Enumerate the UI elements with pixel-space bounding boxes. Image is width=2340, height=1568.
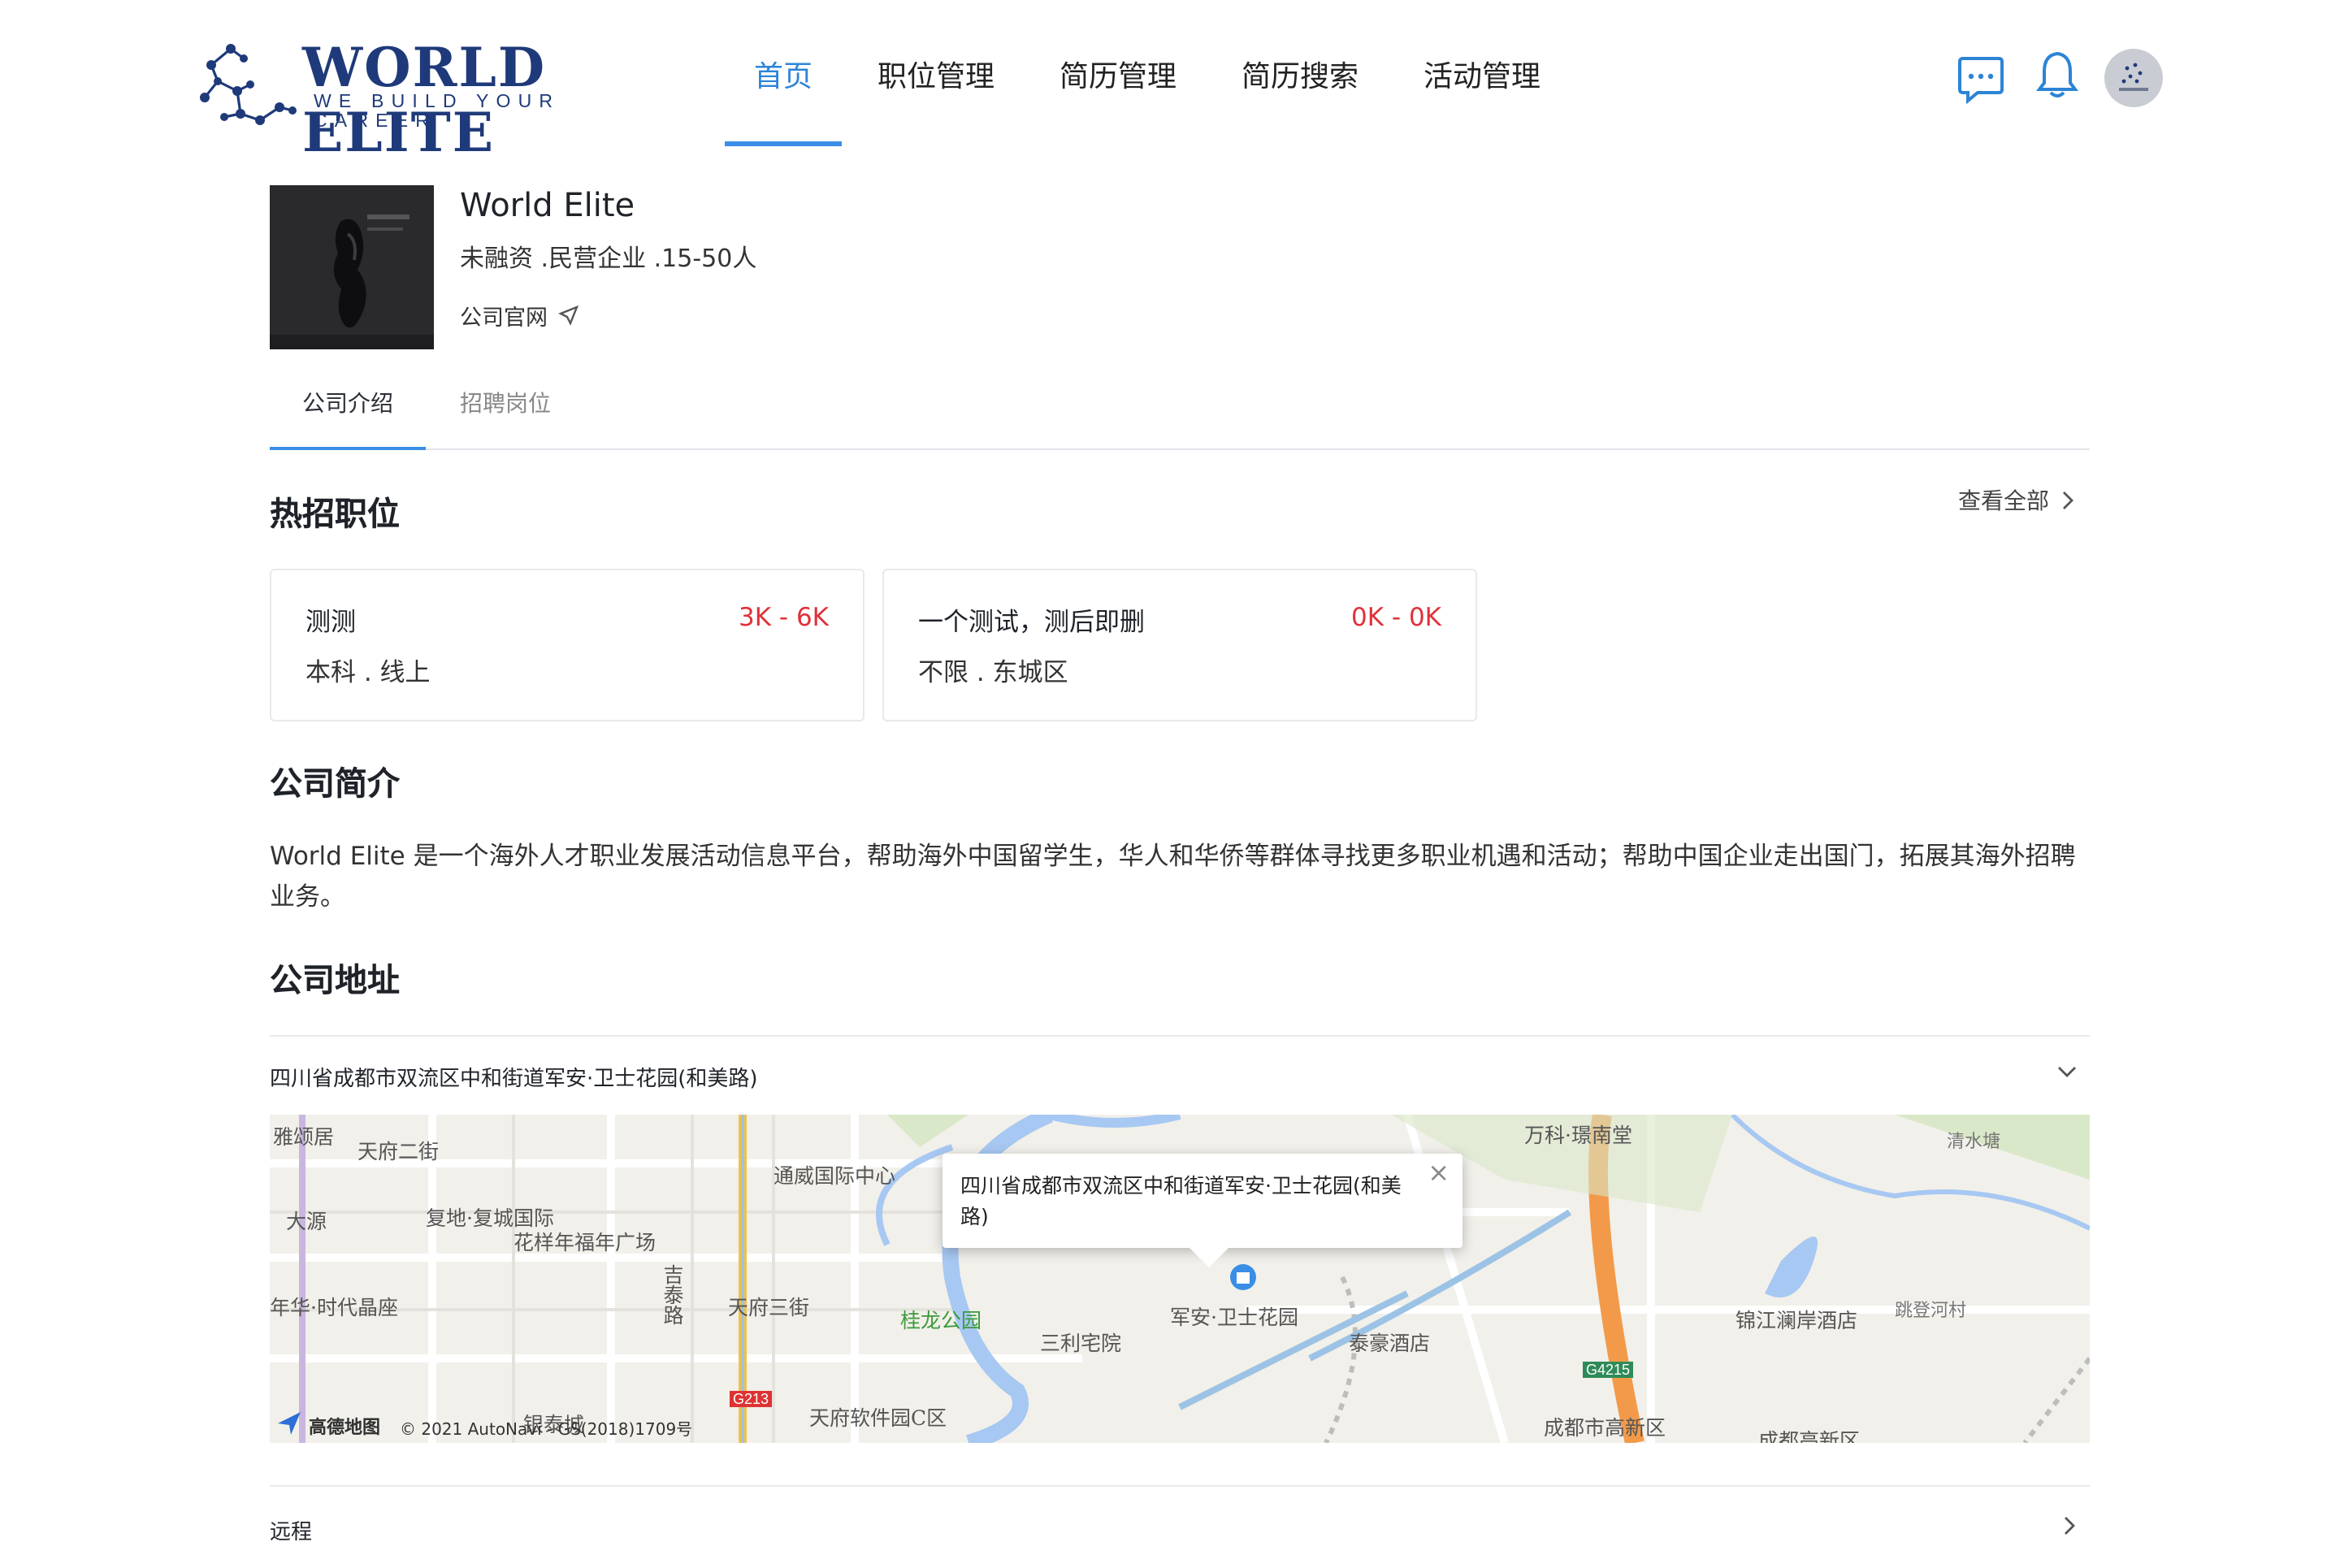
map-label: 天府三街	[728, 1295, 810, 1319]
logo-network-icon	[200, 44, 297, 125]
map-info-popup: 四川省成都市双流区中和街道军安·卫士花园(和美路) ×	[942, 1154, 1462, 1267]
job-card[interactable]: 测测 3K - 6K 本科 . 线上	[270, 569, 864, 721]
map-provider-logo: 高德地图	[309, 1417, 380, 1438]
company-image	[270, 185, 434, 349]
nav-item-resume-search[interactable]: 简历搜索	[1209, 0, 1391, 146]
map-label: 泰豪酒店	[1349, 1331, 1431, 1355]
map-label: 锦江澜岸酒店	[1736, 1308, 1858, 1332]
address-row[interactable]: 四川省成都市双流区中和街道军安·卫士花园(和美路)	[270, 1035, 2090, 1118]
company-address-title: 公司地址	[270, 960, 400, 999]
company-intro-text: World Elite 是一个海外人才职业发展活动信息平台，帮助海外中国留学生，…	[270, 842, 2076, 912]
map-label: 成都高新区	[1758, 1428, 1861, 1443]
main-nav: 首页 职位管理 简历管理 简历搜索 活动管理	[722, 0, 1573, 146]
remote-row[interactable]: 远程	[270, 1485, 2090, 1568]
bell-icon[interactable]	[2034, 49, 2080, 101]
nav-item-events[interactable]: 活动管理	[1391, 0, 1573, 146]
nav-item-home[interactable]: 首页	[722, 0, 845, 146]
job-title: 一个测试，测后即删	[918, 608, 1146, 637]
map-label: 东华育才学校	[1544, 1436, 1666, 1443]
map-label: 桂龙公园	[900, 1308, 982, 1332]
map-label: 雅颂居	[273, 1124, 335, 1149]
map-label: 大源	[286, 1209, 327, 1233]
address-text: 四川省成都市双流区中和街道军安·卫士花园(和美路)	[270, 1068, 758, 1092]
company-tabs: 公司介绍 招聘岗位	[270, 370, 2090, 450]
map-label: 军安·卫士花园	[1170, 1305, 1298, 1329]
road-badge: G4215	[1583, 1362, 1634, 1378]
job-card[interactable]: 一个测试，测后即删 0K - 0K 不限 . 东城区	[882, 569, 1477, 721]
tab-company-intro[interactable]: 公司介绍	[302, 387, 393, 419]
map-label: 天府软件园C区	[809, 1406, 947, 1430]
nav-item-resumes[interactable]: 简历管理	[1027, 0, 1209, 146]
location-map[interactable]: 雅颂居 天府二街 大源 复地·复城国际 花样年福年广场 通威国际中心 年华·时代…	[270, 1115, 2090, 1443]
company-header: World Elite 未融资 .民营企业 .15-50人 公司官网	[270, 185, 2090, 364]
road-badge: G213	[730, 1391, 773, 1407]
company-meta: 未融资 .民营企业 .15-50人	[460, 244, 757, 273]
map-label: 通威国际中心	[774, 1163, 896, 1188]
send-icon	[558, 305, 579, 326]
tab-job-openings[interactable]: 招聘岗位	[460, 387, 551, 419]
view-all-label: 查看全部	[1958, 489, 2049, 515]
brand-logo[interactable]: WORLD ELITE WE BUILD YOUR CAREER	[195, 36, 682, 164]
map-label: 万科·璟南堂	[1524, 1123, 1632, 1147]
map-label: 吉泰路	[660, 1264, 684, 1325]
job-salary: 0K - 0K	[1351, 603, 1441, 632]
popup-tail	[1190, 1248, 1228, 1267]
remote-label: 远程	[270, 1521, 313, 1545]
job-salary: 3K - 6K	[739, 603, 829, 632]
map-popup-address: 四川省成都市双流区中和街道军安·卫士花园(和美路)	[960, 1173, 1402, 1228]
map-label: 跳登河村	[1895, 1300, 1966, 1321]
job-info: 本科 . 线上	[306, 658, 431, 687]
map-label: 花样年福年广场	[514, 1230, 656, 1254]
avatar-logo-icon	[2119, 63, 2148, 91]
avatar[interactable]	[2104, 49, 2163, 107]
chevron-right-icon	[2063, 492, 2074, 509]
hot-jobs-title: 热招职位	[270, 494, 400, 533]
page: WORLD ELITE WE BUILD YOUR CAREER 首页 职位管理…	[0, 0, 2340, 1553]
navigation-icon	[278, 1412, 301, 1435]
chevron-down-icon	[2058, 1067, 2076, 1077]
chat-icon[interactable]	[1955, 55, 2007, 104]
brand-tagline: WE BUILD YOUR CAREER	[314, 93, 561, 132]
active-tab-indicator	[270, 447, 426, 450]
company-intro-title: 公司简介	[270, 764, 400, 803]
chevron-right-icon	[2065, 1517, 2075, 1535]
map-label: 清水塘	[1947, 1131, 2000, 1152]
close-icon[interactable]: ×	[1428, 1157, 1450, 1188]
map-label: 三利宅院	[1040, 1331, 1122, 1355]
map-label: 天府二街	[358, 1139, 440, 1163]
top-header: WORLD ELITE WE BUILD YOUR CAREER 首页 职位管理…	[0, 0, 2340, 164]
map-label: 年华·时代晶座	[270, 1295, 398, 1319]
map-pin-icon	[1230, 1264, 1256, 1290]
company-name: World Elite	[460, 185, 635, 224]
map-copyright: © 2021 AutoNavi - GS(2018)1709号	[400, 1422, 693, 1440]
view-all-link[interactable]: 查看全部	[1958, 484, 2075, 517]
job-info: 不限 . 东城区	[918, 658, 1068, 687]
nav-item-jobs[interactable]: 职位管理	[845, 0, 1027, 146]
job-title: 测测	[306, 608, 357, 637]
company-website-label: 公司官网	[460, 305, 548, 331]
company-website-link[interactable]: 公司官网	[460, 299, 580, 331]
